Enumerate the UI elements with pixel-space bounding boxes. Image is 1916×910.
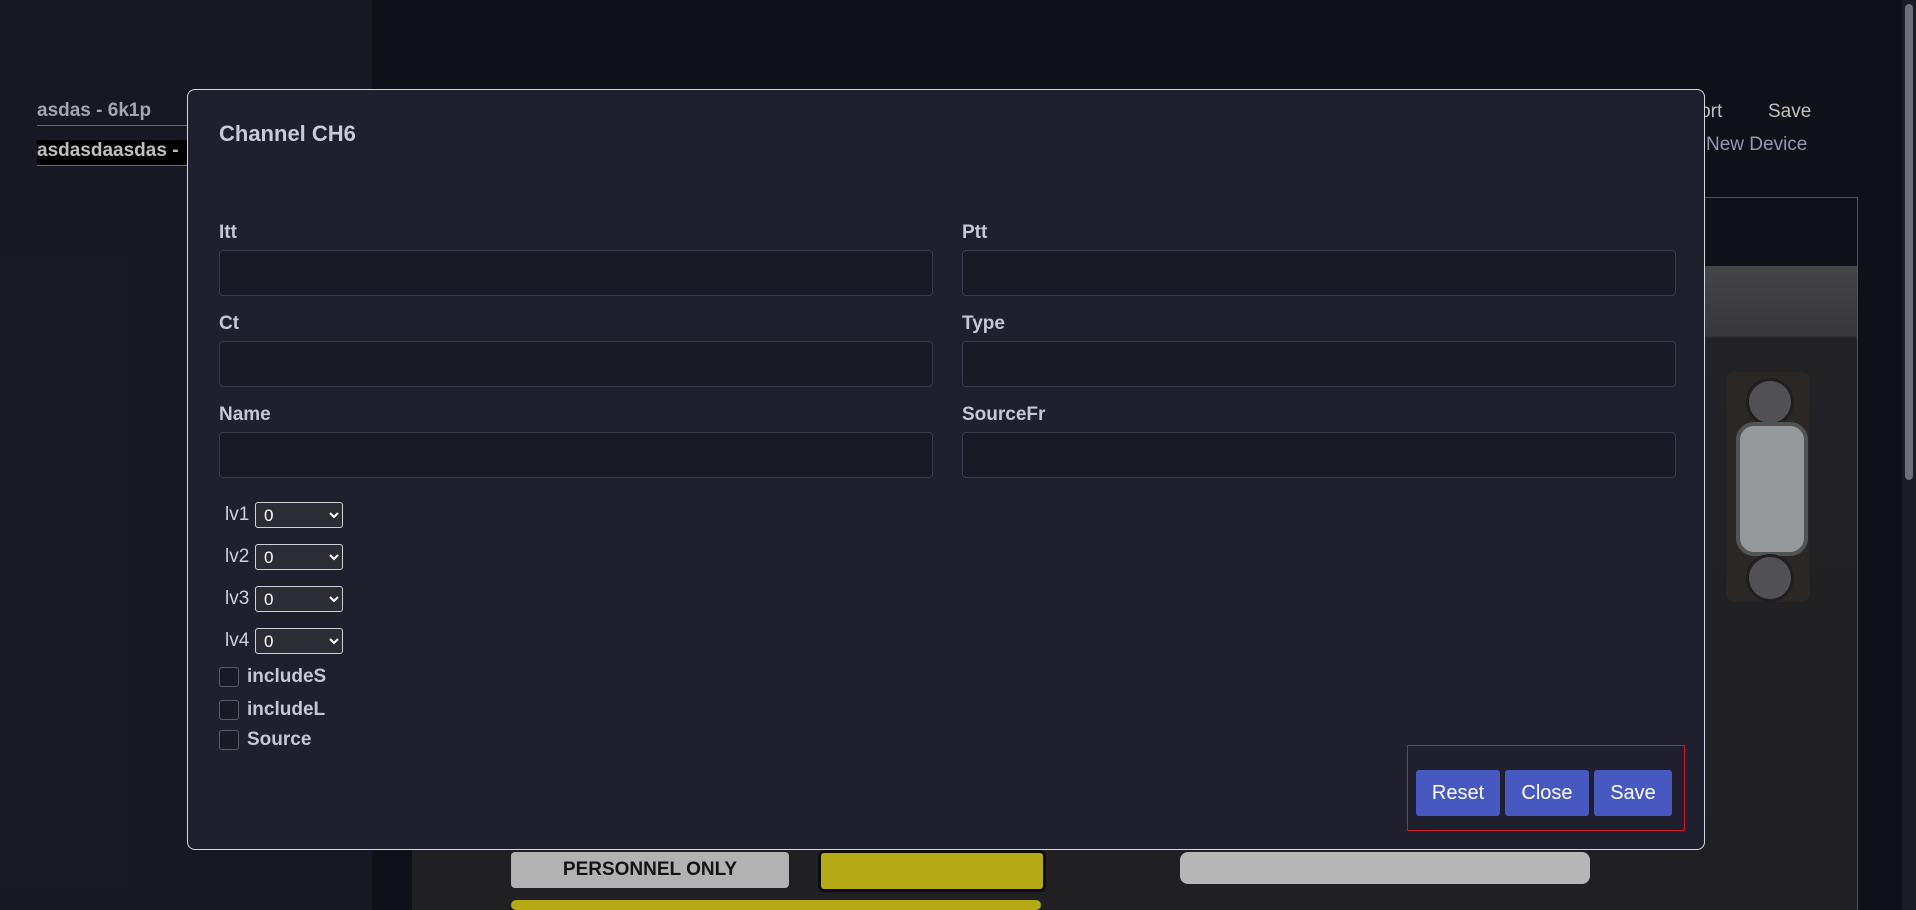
sourcefr-label: SourceFr — [962, 404, 1046, 425]
includel-checkbox-row[interactable]: includeL — [219, 699, 325, 721]
lv2-label: lv2 — [225, 546, 250, 567]
itt-input[interactable] — [219, 250, 933, 296]
includes-checkbox[interactable] — [219, 667, 239, 687]
lv1-select[interactable]: 0 — [255, 502, 343, 528]
save-button[interactable]: Save — [1594, 770, 1672, 816]
lv2-select[interactable]: 0 — [255, 544, 343, 570]
app-root: asdas - 6k1p asdasdaasdas - xport Save N… — [0, 0, 1916, 910]
lv1-row: lv1 0 — [225, 502, 343, 528]
itt-label: Itt — [219, 222, 237, 243]
lv4-row: lv4 0 — [225, 628, 343, 654]
source-checkbox[interactable] — [219, 730, 239, 750]
modal-title: Channel CH6 — [219, 121, 356, 146]
lv3-label: lv3 — [225, 588, 250, 609]
includes-label: includeS — [247, 666, 327, 687]
source-label: Source — [247, 729, 312, 750]
lv4-select[interactable]: 0 — [255, 628, 343, 654]
type-input[interactable] — [962, 341, 1676, 387]
lv2-row: lv2 0 — [225, 544, 343, 570]
name-input[interactable] — [219, 432, 933, 478]
includel-checkbox[interactable] — [219, 700, 239, 720]
lv3-select[interactable]: 0 — [255, 586, 343, 612]
includes-checkbox-row[interactable]: includeS — [219, 666, 326, 688]
ptt-input[interactable] — [962, 250, 1676, 296]
scrollbar-thumb[interactable] — [1905, 4, 1913, 480]
includel-label: includeL — [247, 699, 326, 720]
lv3-row: lv3 0 — [225, 586, 343, 612]
sourcefr-input[interactable] — [962, 432, 1676, 478]
source-checkbox-row[interactable]: Source — [219, 729, 311, 751]
ct-label: Ct — [219, 313, 240, 334]
ct-input[interactable] — [219, 341, 933, 387]
channel-modal: Channel CH6 Itt Ptt Ct Type Name SourceF… — [187, 89, 1705, 850]
lv4-label: lv4 — [225, 630, 250, 651]
modal-button-group: Reset Close Save — [1407, 745, 1685, 831]
close-button[interactable]: Close — [1505, 770, 1589, 816]
ptt-label: Ptt — [962, 222, 988, 243]
type-label: Type — [962, 313, 1005, 334]
lv1-label: lv1 — [225, 504, 250, 525]
name-label: Name — [219, 404, 271, 425]
reset-button[interactable]: Reset — [1416, 770, 1500, 816]
